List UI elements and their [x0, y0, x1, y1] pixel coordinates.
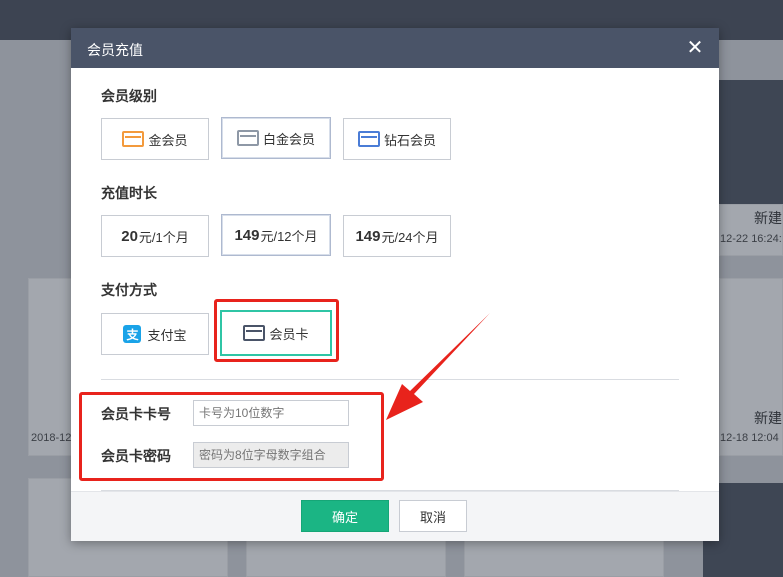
- alipay-icon: 支: [123, 325, 142, 343]
- price-value: 20: [121, 227, 138, 245]
- option-duration-12-months[interactable]: 149 元/12个月: [221, 214, 331, 256]
- payment-label: 支付方式: [101, 282, 157, 298]
- modal-title: 会员充值: [87, 42, 143, 58]
- confirm-button[interactable]: 确定: [301, 500, 389, 532]
- gold-card-icon: [122, 131, 145, 147]
- background-timestamp: 12-22 16:24:: [720, 233, 782, 245]
- option-label: 白金会员: [262, 131, 315, 147]
- annotation-highlight-payment: [214, 299, 339, 362]
- close-icon[interactable]: ✕: [685, 37, 705, 59]
- option-platinum-member[interactable]: 白金会员: [221, 117, 331, 159]
- cancel-button[interactable]: 取消: [399, 500, 467, 532]
- price-value: 149: [234, 226, 260, 244]
- background-card-title: 新建: [754, 210, 782, 226]
- level-label: 会员级别: [101, 88, 157, 104]
- option-label: 金会员: [148, 132, 188, 148]
- background-timestamp: 12-18 12:04: [720, 432, 779, 444]
- option-diamond-member[interactable]: 钻石会员: [343, 118, 451, 160]
- option-alipay[interactable]: 支 支付宝: [101, 313, 209, 355]
- platinum-card-icon: [236, 130, 259, 146]
- background-timestamp: 2018-12: [31, 432, 72, 444]
- option-gold-member[interactable]: 金会员: [101, 118, 209, 160]
- annotation-highlight-card-fields: [79, 392, 384, 481]
- price-value: 149: [355, 227, 381, 245]
- price-unit: 元/1个月: [138, 229, 189, 245]
- duration-label: 充值时长: [101, 185, 157, 201]
- option-duration-1-month[interactable]: 20 元/1个月: [101, 215, 209, 257]
- background-card-title: 新建: [754, 410, 782, 426]
- price-unit: 元/12个月: [260, 228, 318, 244]
- option-label: 支付宝: [147, 327, 187, 343]
- divider: [101, 379, 679, 380]
- option-duration-24-months[interactable]: 149 元/24个月: [343, 215, 451, 257]
- diamond-card-icon: [357, 131, 380, 147]
- background-card: [719, 278, 783, 456]
- price-unit: 元/24个月: [381, 229, 439, 245]
- modal-footer: 确定 取消: [71, 491, 719, 541]
- modal-header: 会员充值 ✕: [71, 28, 719, 68]
- background-thumbnail: [719, 80, 783, 204]
- option-label: 钻石会员: [383, 132, 436, 148]
